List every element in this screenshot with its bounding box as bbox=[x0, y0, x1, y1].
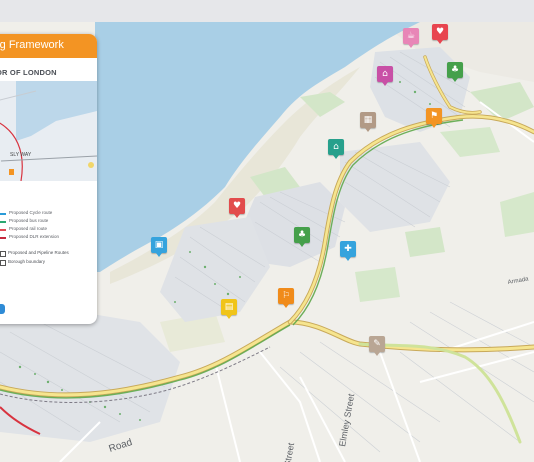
building-icon: ▦ bbox=[363, 115, 373, 125]
legend-swatch bbox=[0, 221, 6, 223]
checkbox[interactable] bbox=[0, 260, 6, 266]
marker-heart[interactable]: ♥ bbox=[432, 24, 448, 44]
legend-item-bus: Proposed bus route bbox=[0, 218, 97, 226]
marker-infra[interactable]: ✎ bbox=[369, 336, 385, 356]
legend-swatch bbox=[0, 237, 6, 239]
home-icon: ⌂ bbox=[382, 69, 388, 79]
tree-icon: ♣ bbox=[450, 65, 460, 75]
legend-item-rail: Proposed rail route bbox=[0, 226, 97, 234]
marker-building[interactable]: ▦ bbox=[360, 112, 376, 132]
health-icon: ♥ bbox=[232, 201, 242, 211]
station-icon: ⚐ bbox=[281, 291, 291, 301]
education-icon: ▣ bbox=[154, 240, 164, 250]
toggle-borough-boundary[interactable]: Borough boundary bbox=[0, 259, 97, 268]
legend-swatch bbox=[0, 213, 6, 215]
checkbox[interactable] bbox=[0, 251, 6, 257]
panel-title: rg Framework bbox=[0, 39, 64, 51]
legend-label: Proposed DLR extension bbox=[9, 234, 60, 239]
park-icon: ♣ bbox=[297, 230, 307, 240]
legend-label: Proposed Cycle route bbox=[9, 210, 53, 215]
toggle-label: Borough boundary bbox=[8, 259, 46, 264]
legend: Proposed Cycle route Proposed bus route … bbox=[0, 210, 97, 268]
panel-collapse-button[interactable] bbox=[0, 304, 5, 314]
legend-label: Proposed rail route bbox=[9, 226, 48, 231]
legend-item-dlr: Proposed DLR extension bbox=[0, 234, 97, 242]
marker-water[interactable]: ✚ bbox=[340, 241, 356, 261]
marker-health[interactable]: ♥ bbox=[229, 198, 245, 218]
heart-icon: ♥ bbox=[435, 27, 445, 37]
infrastructure-icon: ✎ bbox=[373, 339, 381, 349]
retail-icon: ▤ bbox=[224, 302, 234, 312]
marker-food[interactable]: ☕ bbox=[403, 28, 419, 48]
panel-subtitle: OR OF LONDON bbox=[0, 68, 57, 77]
water-icon: ✚ bbox=[344, 244, 352, 254]
toggle-label: Proposed and Pipeline Routes bbox=[8, 250, 69, 255]
marker-transport[interactable]: ⚑ bbox=[426, 108, 442, 128]
marker-home[interactable]: ⌂ bbox=[377, 66, 393, 86]
overview-map-thumbnail[interactable]: SLY WAY bbox=[0, 81, 97, 182]
legend-swatch bbox=[0, 229, 6, 231]
transport-icon: ⚑ bbox=[429, 111, 439, 121]
marker-education[interactable]: ▣ bbox=[151, 237, 167, 257]
thumb-label: SLY WAY bbox=[10, 152, 32, 158]
marker-station[interactable]: ⚐ bbox=[278, 288, 294, 308]
community-icon: ⌂ bbox=[333, 142, 339, 152]
marker-tree[interactable]: ♣ bbox=[447, 62, 463, 82]
toggle-pipeline-routes[interactable]: Proposed and Pipeline Routes bbox=[0, 250, 97, 259]
marker-community[interactable]: ⌂ bbox=[328, 139, 344, 159]
framework-panel: rg Framework OR OF LONDON SLY WAY Propos… bbox=[0, 34, 97, 324]
marker-retail[interactable]: ▤ bbox=[221, 299, 237, 319]
food-icon: ☕ bbox=[406, 31, 416, 41]
legend-label: Proposed bus route bbox=[9, 218, 49, 223]
top-bar bbox=[0, 0, 534, 23]
legend-item-cycle: Proposed Cycle route bbox=[0, 210, 97, 218]
panel-header: rg Framework bbox=[0, 34, 97, 58]
marker-park[interactable]: ♣ bbox=[294, 227, 310, 247]
